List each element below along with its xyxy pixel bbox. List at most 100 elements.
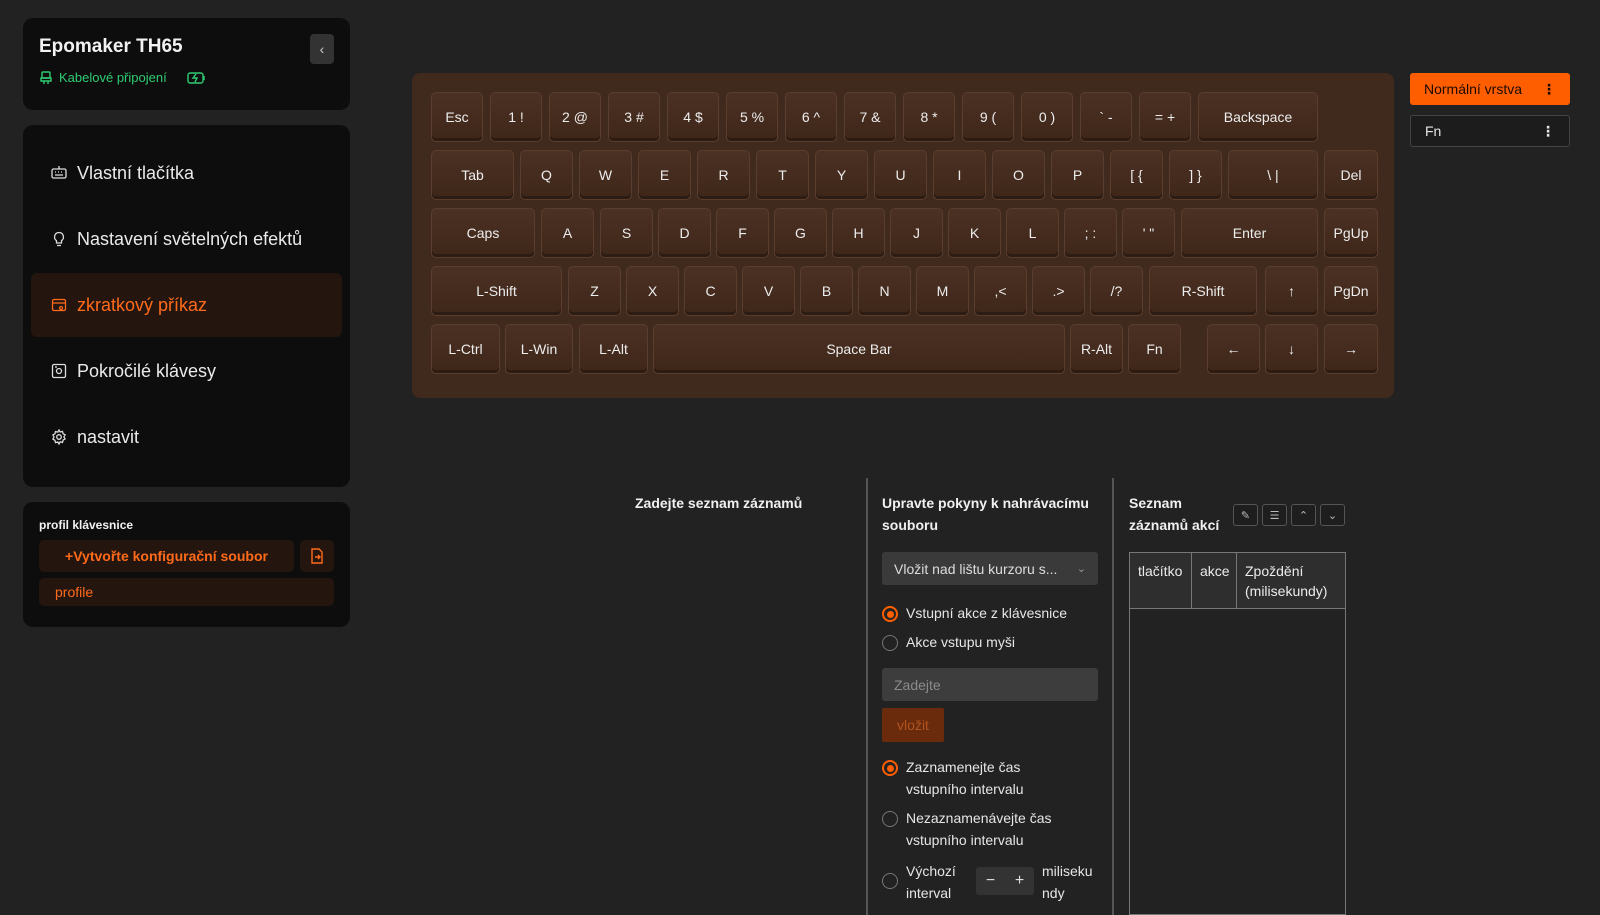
key-b[interactable]: B <box>800 266 853 316</box>
key-comma[interactable]: ,< <box>974 266 1027 316</box>
radio-record-interval[interactable]: Zaznamenejte čas vstupního intervalu <box>882 757 1082 800</box>
key-pgdn[interactable]: PgDn <box>1324 266 1378 316</box>
key-a[interactable]: A <box>541 208 594 258</box>
device-name: Epomaker TH65 <box>39 36 183 57</box>
decrement-button[interactable]: − <box>986 872 995 890</box>
key-5[interactable]: 5 % <box>726 92 778 142</box>
key-0[interactable]: 0 ) <box>1021 92 1073 142</box>
radio-button[interactable] <box>882 760 898 776</box>
key-e[interactable]: E <box>638 150 691 200</box>
radio-button[interactable] <box>882 811 898 827</box>
radio-default-interval[interactable]: Výchozí interval <box>882 861 972 904</box>
move-up-button[interactable]: ⌃ <box>1291 504 1316 526</box>
key-caps[interactable]: Caps <box>431 208 535 258</box>
radio-button[interactable] <box>882 635 898 651</box>
key-slash[interactable]: /? <box>1090 266 1143 316</box>
key-fn[interactable]: Fn <box>1128 324 1181 374</box>
key-bracket-left[interactable]: [ { <box>1110 150 1163 200</box>
radio-keyboard-input[interactable]: Vstupní akce z klávesnice <box>882 603 1067 625</box>
key-left-shift[interactable]: L-Shift <box>431 266 562 316</box>
key-9[interactable]: 9 ( <box>962 92 1014 142</box>
key-m[interactable]: M <box>916 266 969 316</box>
clear-button[interactable]: ✎ <box>1233 504 1258 526</box>
key-g[interactable]: G <box>774 208 827 258</box>
key-r[interactable]: R <box>697 150 750 200</box>
key-tab[interactable]: Tab <box>431 150 514 200</box>
key-k[interactable]: K <box>948 208 1001 258</box>
key-o[interactable]: O <box>992 150 1045 200</box>
key-h[interactable]: H <box>832 208 885 258</box>
radio-no-record-interval[interactable]: Nezaznamenávejte čas vstupního intervalu <box>882 808 1092 851</box>
radio-button[interactable] <box>882 873 898 889</box>
key-2[interactable]: 2 @ <box>549 92 601 142</box>
action-input[interactable] <box>882 668 1098 701</box>
key-l[interactable]: L <box>1006 208 1059 258</box>
import-config-button[interactable] <box>300 540 334 572</box>
key-3[interactable]: 3 # <box>608 92 660 142</box>
insert-position-select[interactable]: Vložit nad lištu kurzoru s... ⌄ <box>882 552 1098 585</box>
key-semicolon[interactable]: ; : <box>1064 208 1117 258</box>
key-backspace[interactable]: Backspace <box>1198 92 1318 142</box>
key-8[interactable]: 8 * <box>903 92 955 142</box>
sidebar-item-settings[interactable]: nastavit <box>31 405 342 469</box>
sidebar-item-advanced-keys[interactable]: Pokročilé klávesy <box>31 339 342 403</box>
key-pgup[interactable]: PgUp <box>1324 208 1378 258</box>
key-n[interactable]: N <box>858 266 911 316</box>
radio-mouse-input[interactable]: Akce vstupu myši <box>882 632 1015 654</box>
key-left-win[interactable]: L-Win <box>505 324 573 374</box>
key-c[interactable]: C <box>684 266 737 316</box>
layer-normal-button[interactable]: Normální vrstva ⋮ <box>1410 73 1570 105</box>
move-down-button[interactable]: ⌄ <box>1320 504 1345 526</box>
collapse-sidebar-button[interactable]: ‹ <box>310 34 334 64</box>
key-p[interactable]: P <box>1051 150 1104 200</box>
key-right-shift[interactable]: R-Shift <box>1149 266 1257 316</box>
key-equal[interactable]: = + <box>1139 92 1191 142</box>
insert-button[interactable]: vložit <box>882 708 944 742</box>
key-backslash[interactable]: \ | <box>1228 150 1318 200</box>
key-1[interactable]: 1 ! <box>490 92 542 142</box>
key-z[interactable]: Z <box>568 266 621 316</box>
key-4[interactable]: 4 $ <box>667 92 719 142</box>
key-quote[interactable]: ' " <box>1122 208 1175 258</box>
key-u[interactable]: U <box>874 150 927 200</box>
layer-fn-button[interactable]: Fn ⋮ <box>1410 115 1570 147</box>
key-arrow-right[interactable]: → <box>1324 324 1378 374</box>
radio-button[interactable] <box>882 606 898 622</box>
key-left-alt[interactable]: L-Alt <box>579 324 648 374</box>
increment-button[interactable]: + <box>1015 872 1024 890</box>
key-v[interactable]: V <box>742 266 795 316</box>
sidebar-item-custom-keys[interactable]: Vlastní tlačítka <box>31 141 342 205</box>
key-6[interactable]: 6 ^ <box>785 92 837 142</box>
key-i[interactable]: I <box>933 150 986 200</box>
key-period[interactable]: .> <box>1032 266 1085 316</box>
key-space-bar[interactable]: Space Bar <box>653 324 1065 374</box>
sidebar-item-macro[interactable]: zkratkový příkaz <box>31 273 342 337</box>
list-edit-button[interactable]: ☰ <box>1262 504 1287 526</box>
more-vertical-icon[interactable]: ⋮ <box>1541 123 1555 140</box>
key-q[interactable]: Q <box>520 150 573 200</box>
profile-item[interactable]: profile <box>39 578 334 606</box>
key-arrow-left[interactable]: ← <box>1207 324 1260 374</box>
create-config-button[interactable]: +Vytvořte konfigurační soubor <box>39 540 294 572</box>
key-w[interactable]: W <box>579 150 632 200</box>
key-right-alt[interactable]: R-Alt <box>1070 324 1123 374</box>
key-minus[interactable]: ` - <box>1080 92 1132 142</box>
key-t[interactable]: T <box>756 150 809 200</box>
key-arrow-up[interactable]: ↑ <box>1265 266 1318 316</box>
key-y[interactable]: Y <box>815 150 868 200</box>
key-enter[interactable]: Enter <box>1181 208 1318 258</box>
key-esc[interactable]: Esc <box>431 92 483 142</box>
key-f[interactable]: F <box>716 208 769 258</box>
key-j[interactable]: J <box>890 208 943 258</box>
interval-stepper[interactable]: − + <box>976 867 1034 895</box>
sidebar-item-lighting[interactable]: Nastavení světelných efektů <box>31 207 342 271</box>
key-7[interactable]: 7 & <box>844 92 896 142</box>
key-left-ctrl[interactable]: L-Ctrl <box>431 324 500 374</box>
key-arrow-down[interactable]: ↓ <box>1265 324 1318 374</box>
key-del[interactable]: Del <box>1324 150 1378 200</box>
more-vertical-icon[interactable]: ⋮ <box>1542 81 1556 98</box>
key-x[interactable]: X <box>626 266 679 316</box>
key-s[interactable]: S <box>600 208 653 258</box>
key-bracket-right[interactable]: ] } <box>1169 150 1222 200</box>
key-d[interactable]: D <box>658 208 711 258</box>
